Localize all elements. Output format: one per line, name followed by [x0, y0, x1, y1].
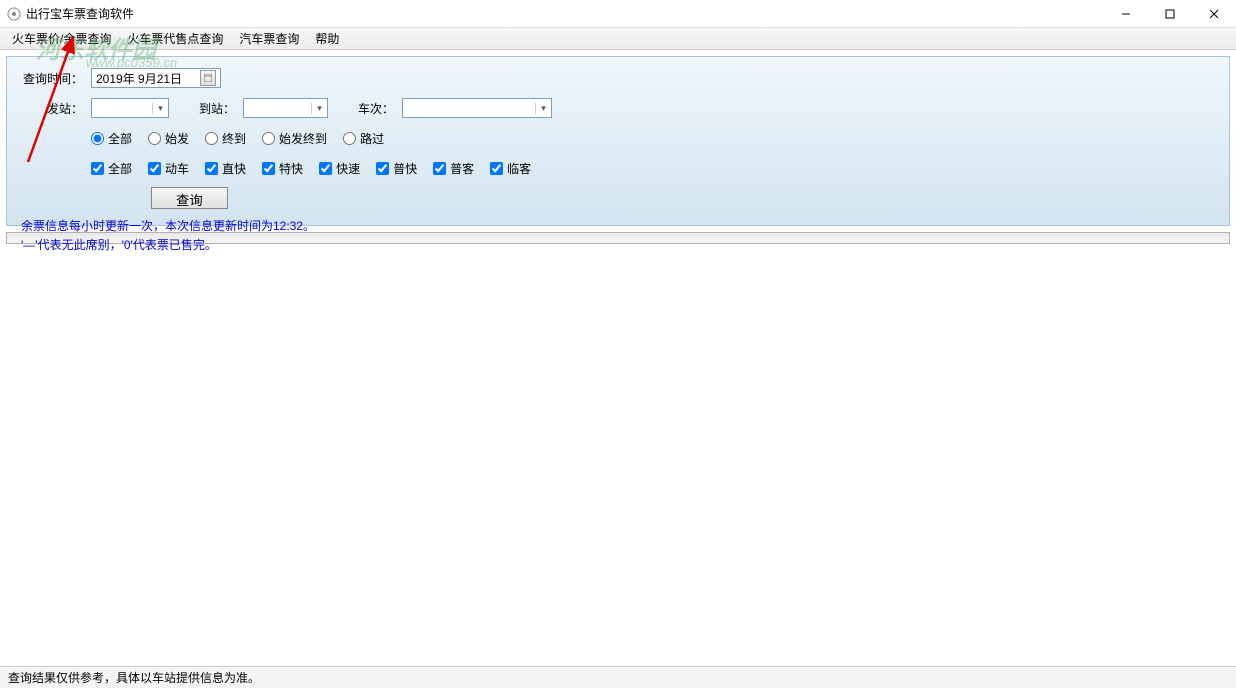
date-label: 查询时间：: [21, 70, 91, 87]
menu-help[interactable]: 帮助: [307, 28, 347, 49]
menu-bus-ticket-query[interactable]: 汽车票查询: [231, 28, 307, 49]
check-zhikuai[interactable]: 直快: [205, 160, 246, 177]
query-button[interactable]: 查询: [151, 187, 228, 209]
status-text: 查询结果仅供参考，具体以车站提供信息为准。: [8, 669, 260, 686]
chevron-down-icon: ▾: [311, 103, 327, 114]
date-picker[interactable]: 2019年 9月21日: [91, 68, 221, 88]
train-no-label: 车次：: [358, 100, 402, 117]
check-linke[interactable]: 临客: [490, 160, 531, 177]
check-puke[interactable]: 普客: [433, 160, 474, 177]
check-pukuai[interactable]: 普快: [376, 160, 417, 177]
radio-terminal[interactable]: 终到: [205, 130, 246, 147]
radio-origin-terminal[interactable]: 始发终到: [262, 130, 327, 147]
radio-origin[interactable]: 始发: [148, 130, 189, 147]
menu-train-ticket-query[interactable]: 火车票价/余票查询: [4, 28, 119, 49]
check-all[interactable]: 全部: [91, 160, 132, 177]
radio-passing[interactable]: 路过: [343, 130, 384, 147]
window-controls: [1104, 0, 1236, 28]
depart-combo[interactable]: ▾: [91, 98, 169, 118]
check-group-train-type: 全部 动车 直快 特快 快速 普快 普客 临客: [91, 160, 543, 177]
depart-label: 发站：: [21, 100, 91, 117]
app-icon: [6, 6, 22, 22]
train-no-combo[interactable]: ▾: [402, 98, 552, 118]
check-dongche[interactable]: 动车: [148, 160, 189, 177]
title-bar: 出行宝车票查询软件: [0, 0, 1236, 28]
info-line-1: 余票信息每小时更新一次，本次信息更新时间为12:32。: [21, 217, 1215, 236]
chevron-down-icon: ▾: [535, 103, 551, 114]
row-query-button: 查询: [21, 187, 1215, 209]
query-panel: 查询时间： 2019年 9月21日 发站： ▾ 到站： ▾ 车次： ▾ 全部: [6, 56, 1230, 226]
check-tekuai[interactable]: 特快: [262, 160, 303, 177]
info-text-block: 余票信息每小时更新一次，本次信息更新时间为12:32。 '—'代表无此席别，'0…: [21, 217, 1215, 255]
calendar-dropdown-icon[interactable]: [200, 70, 216, 86]
arrive-combo[interactable]: ▾: [243, 98, 328, 118]
date-value: 2019年 9月21日: [96, 70, 182, 87]
minimize-button[interactable]: [1104, 0, 1148, 28]
row-date: 查询时间： 2019年 9月21日: [21, 67, 1215, 89]
radio-group-stop-type: 全部 始发 终到 始发终到 路过: [91, 130, 396, 147]
info-line-2: '—'代表无此席别，'0'代表票已售完。: [21, 236, 1215, 255]
menu-bar: 火车票价/余票查询 火车票代售点查询 汽车票查询 帮助: [0, 28, 1236, 50]
check-kuaisu[interactable]: 快速: [319, 160, 360, 177]
arrive-label: 到站：: [199, 100, 243, 117]
window-title: 出行宝车票查询软件: [26, 5, 134, 22]
row-radio-filters: 全部 始发 终到 始发终到 路过: [21, 127, 1215, 149]
status-bar: 查询结果仅供参考，具体以车站提供信息为准。: [0, 666, 1236, 688]
menu-ticket-agent-query[interactable]: 火车票代售点查询: [119, 28, 231, 49]
chevron-down-icon: ▾: [152, 103, 168, 114]
row-check-filters: 全部 动车 直快 特快 快速 普快 普客 临客: [21, 157, 1215, 179]
maximize-button[interactable]: [1148, 0, 1192, 28]
close-button[interactable]: [1192, 0, 1236, 28]
row-stations: 发站： ▾ 到站： ▾ 车次： ▾: [21, 97, 1215, 119]
radio-all[interactable]: 全部: [91, 130, 132, 147]
results-area: [6, 248, 1230, 670]
